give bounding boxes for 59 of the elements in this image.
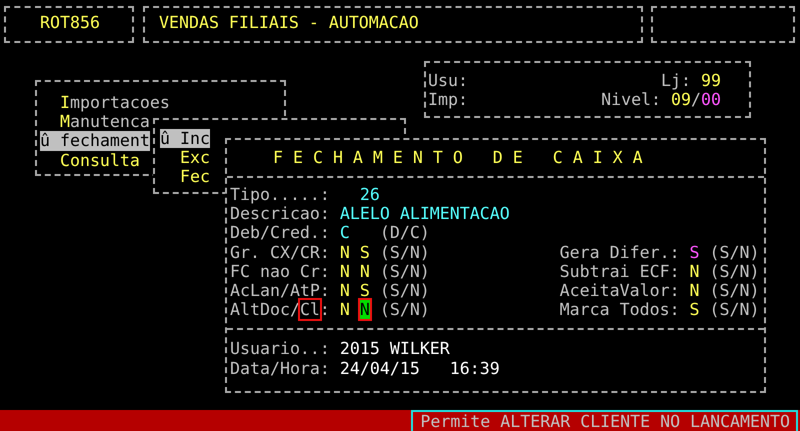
menu-item[interactable]: Importacoes: [40, 93, 170, 112]
level-label: Nivel:: [601, 90, 662, 110]
option-label: AceitaValor:: [560, 281, 680, 300]
submenu-item[interactable]: û Inc: [160, 129, 210, 148]
field-hint: (D/C): [380, 223, 430, 243]
field-label: Tipo.....:: [230, 185, 331, 204]
field-value: C: [340, 223, 350, 243]
option-hint: (S/N): [710, 300, 760, 320]
option-value: S: [690, 242, 700, 262]
menu-item[interactable]: û fechament: [40, 131, 150, 151]
user-label: Usuario..:: [230, 339, 330, 359]
field-hint: (S/N): [380, 300, 430, 320]
field-value: N: [360, 262, 370, 282]
datetime-label: Data/Hora:: [230, 358, 330, 378]
option-value: N: [690, 281, 700, 300]
time-value: 16:39: [450, 358, 500, 378]
option-value: S: [690, 300, 700, 320]
submenu-item[interactable]: Fec: [160, 167, 210, 187]
user-value: 2015 WILKER: [340, 339, 450, 359]
menu-item[interactable]: Manutenca: [40, 112, 150, 132]
store-value: 99: [701, 71, 721, 90]
field-value: N: [340, 242, 350, 262]
field-label: FC nao Cr:: [230, 262, 331, 282]
field-label: AcLan/AtP:: [230, 281, 331, 300]
store-label: Lj:: [661, 71, 692, 90]
field-hint: (S/N): [380, 281, 430, 300]
field-label: AltDoc/Cl:: [230, 300, 331, 320]
field-label: Gr. CX/CR:: [230, 242, 331, 262]
option-label: Subtrai ECF:: [560, 262, 680, 282]
option-hint: (S/N): [710, 281, 760, 300]
field-label: Descricao:: [230, 204, 331, 224]
field-value: ALELO ALIMENTACAO: [340, 204, 510, 224]
program-code: ROT856: [40, 13, 100, 32]
user-label: Usu:: [428, 71, 468, 90]
menu-item[interactable]: Consulta: [40, 150, 140, 170]
option-label: Marca Todos:: [560, 300, 680, 320]
level-value: 09: [671, 90, 692, 110]
field-value: N: [340, 262, 350, 282]
field-value: S: [360, 281, 370, 300]
status-message: Permite ALTERAR CLIENTE NO LANCAMENTO: [411, 410, 798, 431]
level-separator: /: [691, 90, 702, 110]
submenu-item[interactable]: Exc: [160, 148, 210, 168]
field-label: Deb/Cred.:: [230, 223, 331, 243]
option-hint: (S/N): [710, 242, 760, 262]
field-value: S: [360, 242, 370, 262]
field-value: N: [340, 281, 350, 300]
field-hint: (S/N): [380, 262, 430, 282]
field-hint: (S/N): [380, 242, 430, 262]
dialog-title: F E C H A M E N T O D E C A I X A: [273, 148, 643, 168]
option-value: N: [690, 262, 700, 282]
screen-title: VENDAS FILIAIS - AUTOMACAO: [159, 13, 419, 32]
field-value: 26: [360, 185, 380, 204]
option-hint: (S/N): [710, 262, 760, 282]
level-profile: 00: [701, 90, 721, 110]
date-value: 24/04/15: [340, 358, 420, 378]
field-value: N: [340, 300, 350, 320]
input-field[interactable]: N: [360, 300, 370, 320]
option-label: Gera Difer.:: [560, 242, 680, 262]
printer-label: Imp:: [428, 90, 468, 110]
